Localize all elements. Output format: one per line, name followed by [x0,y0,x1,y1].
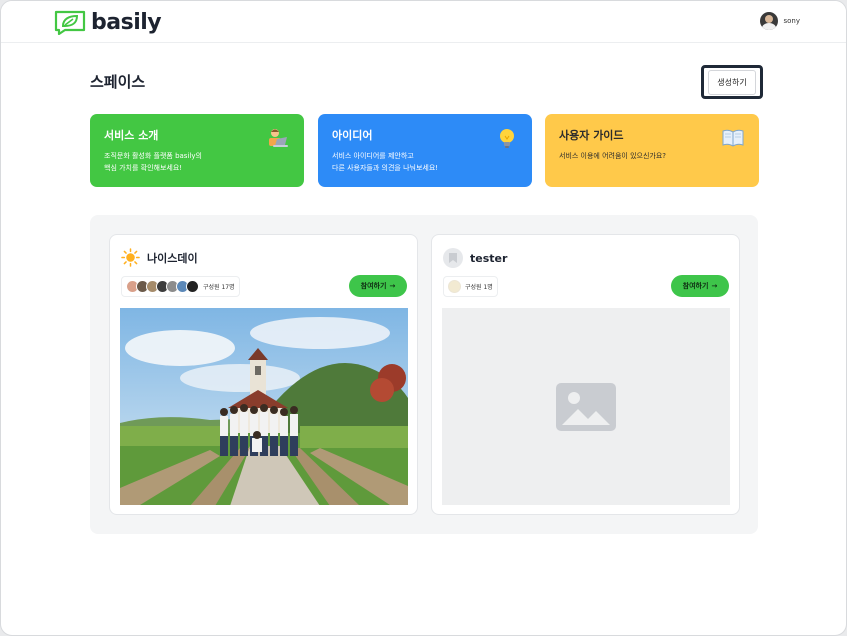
bookmark-icon [449,253,457,263]
user-name: sony [783,17,800,25]
top-navigation-bar: basily sony [1,1,846,43]
card-description-line: 조직문화 활성화 플랫폼 basily의 [104,152,202,160]
create-space-button-focus-ring[interactable]: 생성하기 [701,65,763,99]
member-count: 구성원 17명 [203,284,235,291]
space-header: tester [443,248,507,268]
join-label: 참여하기 [360,282,387,290]
space-card-tester[interactable]: tester 구성원 1명 참여하기 → [431,234,740,515]
space-title: tester [470,251,508,265]
card-description-line: 다른 사용자들과 의견을 나눠보세요! [332,164,439,172]
card-description: 서비스 아이디어를 제안하고 다른 사용자들과 의견을 나눠보세요! [332,150,518,174]
image-placeholder-icon [556,382,616,431]
leaf-logo-icon [54,10,86,35]
card-description-line: 서비스 이용에 어려움이 있으신가요? [559,152,666,160]
lightbulb-icon [500,129,514,148]
card-description: 서비스 이용에 어려움이 있으신가요? [559,150,745,162]
member-count: 구성원 1명 [465,284,493,291]
join-space-button[interactable]: 참여하기 → [349,275,407,297]
member-summary[interactable]: 구성원 1명 [443,276,498,297]
group-photo-illustration [120,308,408,505]
person-laptop-icon [269,129,288,147]
join-space-button[interactable]: 참여하기 → [671,275,729,297]
spaces-panel: 나이스데이 구성원 17명 참여하기 → tester 구성원 1명 참여하기 … [90,215,758,534]
user-avatar[interactable] [760,12,779,30]
member-avatar [186,280,199,293]
card-description-line: 서비스 아이디어를 제안하고 [332,152,414,160]
app-window: basily sony 스페이스 생성하기 서비스 소개 조직문화 활성화 플랫… [0,0,847,636]
space-title: 나이스데이 [147,251,198,265]
idea-card[interactable]: 아이디어 서비스 아이디어를 제안하고 다른 사용자들과 의견을 나눠보세요! [318,114,532,187]
space-card-niceday[interactable]: 나이스데이 구성원 17명 참여하기 → [109,234,418,515]
card-title: 서비스 소개 [104,129,159,142]
user-menu[interactable]: sony [760,12,800,30]
placeholder-avatar-icon [443,248,463,268]
arrow-right-icon: → [389,282,396,290]
brand-logo[interactable]: basily [53,9,162,35]
space-cover-photo [120,308,408,505]
member-avatars [448,280,461,293]
card-description-line: 핵심 가치를 확인해보세요! [104,164,183,172]
space-header: 나이스데이 [121,248,198,267]
space-cover-placeholder [442,308,730,505]
arrow-right-icon: → [711,282,718,290]
service-intro-card[interactable]: 서비스 소개 조직문화 활성화 플랫폼 basily의 핵심 가치를 확인해보세… [90,114,304,187]
brand-name: basily [91,9,162,35]
join-label: 참여하기 [682,282,709,290]
user-guide-card[interactable]: 사용자 가이드 서비스 이용에 어려움이 있으신가요? [545,114,759,187]
open-book-icon [722,129,744,147]
card-title: 사용자 가이드 [559,129,624,142]
member-avatars [126,280,199,293]
card-description: 조직문화 활성화 플랫폼 basily의 핵심 가치를 확인해보세요! [104,150,290,174]
create-space-button[interactable]: 생성하기 [708,69,756,95]
page-title: 스페이스 [90,73,146,91]
member-avatar [448,280,461,293]
member-summary[interactable]: 구성원 17명 [121,276,240,297]
sun-icon [121,248,140,267]
card-title: 아이디어 [332,129,373,142]
